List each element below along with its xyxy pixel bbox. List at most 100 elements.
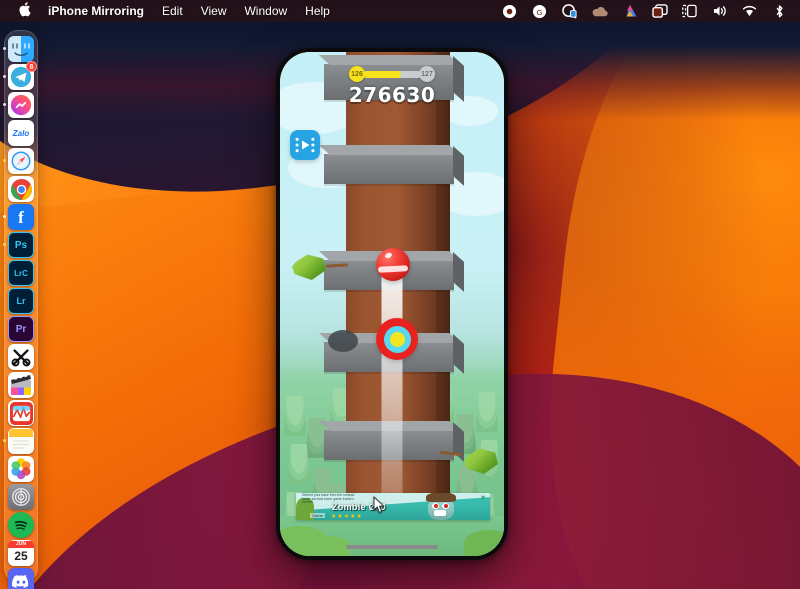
dock-item-finder[interactable] [8, 36, 34, 62]
dock-item-system-settings[interactable] [8, 484, 34, 510]
lightroom-classic-icon: LrC [8, 260, 34, 286]
calendar-month-label: JUN [8, 541, 34, 548]
garageband-icon [8, 400, 34, 426]
ad-badge: Game [310, 513, 325, 518]
running-indicator-dot [3, 103, 6, 106]
menu-help[interactable]: Help [296, 3, 339, 20]
level-progress-track [363, 71, 421, 78]
dock-item-zalo[interactable]: Zalo [8, 120, 34, 146]
iphone-screen[interactable]: 126 127 276630 [280, 52, 504, 556]
dock-item-notes[interactable] [8, 428, 34, 454]
svg-text:G: G [537, 7, 543, 16]
apple-logo-icon [19, 1, 33, 18]
screen-recording-icon[interactable] [501, 3, 518, 20]
zalo-label: Zalo [13, 129, 29, 138]
game-target [376, 318, 418, 360]
running-indicator-dot [3, 159, 6, 162]
calendar-day-label: 25 [14, 548, 27, 565]
facebook-label: f [18, 209, 24, 226]
ad-banner[interactable]: Defend your base from the undead horde s… [296, 493, 490, 520]
control-center-icon[interactable] [681, 3, 698, 20]
messenger-icon [8, 92, 34, 118]
zalo-icon: Zalo [8, 120, 34, 146]
tree [286, 444, 312, 484]
pr-label: Pr [16, 324, 27, 335]
dock-item-lightroom-classic[interactable]: LrC [8, 260, 34, 286]
finder-icon [8, 36, 34, 62]
safari-icon [8, 148, 34, 174]
premiere-pro-icon: Pr [8, 316, 34, 342]
game-ground [280, 516, 504, 556]
ball-trail [382, 270, 403, 516]
wifi-icon[interactable] [741, 3, 758, 20]
iphone-mirroring-window[interactable]: 126 127 276630 [276, 48, 508, 560]
running-indicator-dot [3, 215, 6, 218]
mouse-pointer [373, 496, 385, 519]
dock-item-spotify[interactable] [8, 512, 34, 538]
lrc-label: LrC [14, 269, 28, 278]
ad-zombie-character [424, 494, 460, 520]
platform-hole [328, 330, 358, 352]
dock-item-premiere-pro[interactable]: Pr [8, 316, 34, 342]
level-progress-fill [363, 71, 401, 78]
dock-item-final-cut-pro[interactable] [8, 372, 34, 398]
menu-edit[interactable]: Edit [153, 3, 192, 20]
dock-item-chrome[interactable] [8, 176, 34, 202]
discord-icon [8, 568, 34, 589]
ad-rating-stars: ★★★★★ [331, 513, 363, 520]
volume-icon[interactable] [711, 3, 728, 20]
onedrive-cloud-icon[interactable] [591, 3, 608, 20]
game-ball [376, 248, 410, 281]
spotify-icon [8, 512, 34, 538]
video-ad-icon[interactable] [290, 130, 320, 160]
calendar-icon: JUN 25 [8, 540, 34, 566]
zombie-eye-left [432, 503, 439, 509]
google-drive-icon[interactable] [621, 3, 638, 20]
final-cut-pro-icon [8, 372, 34, 398]
lightroom-icon: Lr [8, 288, 34, 314]
ball-highlight [384, 252, 392, 259]
grammarly-icon[interactable]: G [531, 3, 548, 20]
dock-item-discord[interactable] [8, 568, 34, 589]
dock-item-messenger[interactable] [8, 92, 34, 118]
apple-menu[interactable] [10, 0, 44, 22]
menu-window[interactable]: Window [235, 3, 296, 20]
dock-item-calendar[interactable]: JUN 25 [8, 540, 34, 566]
running-indicator-dot [3, 47, 6, 50]
ad-close-icon[interactable]: ✕ [479, 495, 487, 503]
google-chrome-icon [8, 176, 34, 202]
dock-item-capcut[interactable] [8, 344, 34, 370]
dock-item-photos[interactable] [8, 456, 34, 482]
macos-dock[interactable]: 8 Zalo f Ps LrC [4, 30, 38, 582]
zombie-eye-right [442, 503, 449, 509]
dock-item-lightroom[interactable]: Lr [8, 288, 34, 314]
cleanmymac-icon[interactable] [561, 3, 578, 20]
zombie-hair [426, 493, 456, 502]
photoshop-label: Ps [15, 240, 27, 251]
menu-view[interactable]: View [192, 3, 236, 20]
dock-item-garageband[interactable] [8, 400, 34, 426]
dock-item-facebook[interactable]: f [8, 204, 34, 230]
lr-label: Lr [17, 296, 26, 306]
bluetooth-icon[interactable] [771, 3, 788, 20]
dock-item-safari[interactable] [8, 148, 34, 174]
level-next: 127 [419, 66, 435, 82]
zombie-mouth [434, 510, 446, 516]
photoshop-icon: Ps [8, 232, 34, 258]
bush [310, 536, 350, 556]
running-indicator-dot [3, 243, 6, 246]
system-settings-icon [8, 484, 34, 510]
dock-item-photoshop[interactable]: Ps [8, 232, 34, 258]
running-indicator-dot [3, 439, 6, 442]
facebook-icon: f [8, 204, 34, 230]
bush [464, 530, 504, 556]
notes-icon [8, 428, 34, 454]
target-ring-yellow [390, 332, 405, 347]
game-hud: 126 127 276630 [280, 66, 504, 107]
stage-manager-icon[interactable] [651, 3, 668, 20]
home-indicator[interactable] [346, 545, 438, 549]
capcut-icon [8, 344, 34, 370]
dock-item-telegram[interactable]: 8 [8, 64, 34, 90]
running-indicator-dot [3, 75, 6, 78]
menu-app-name[interactable]: iPhone Mirroring [44, 3, 153, 20]
